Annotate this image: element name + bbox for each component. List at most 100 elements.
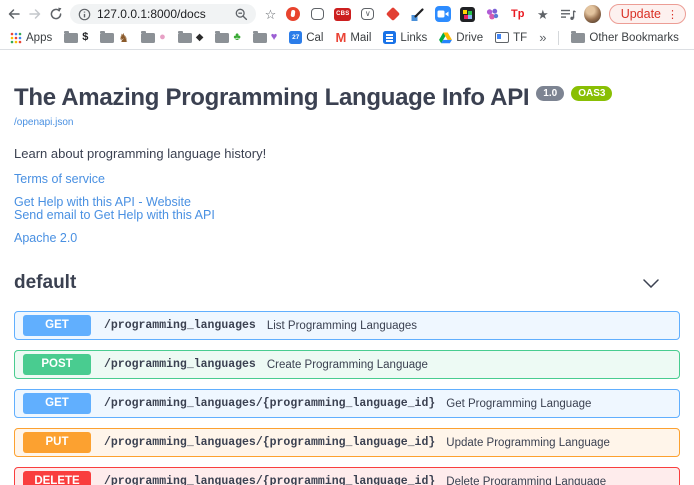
forward-button[interactable] <box>25 2 46 26</box>
dollar-glyph: $ <box>82 32 88 43</box>
bookmark-folder-purple-heart[interactable]: ♥ <box>253 32 278 43</box>
pocket-extension-icon[interactable]: ∨ <box>359 6 376 23</box>
bookmark-tf[interactable]: TF <box>495 32 527 44</box>
tp-glyph: Tp <box>511 8 524 20</box>
kebab-menu-icon[interactable]: ⋮ <box>667 8 678 21</box>
bookmarks-overflow-chevron[interactable]: » <box>539 30 546 45</box>
operation-row-get-language[interactable]: GET /programming_languages/{programming_… <box>14 389 680 418</box>
operation-summary: Get Programming Language <box>446 398 591 410</box>
operation-path: /programming_languages <box>104 319 256 332</box>
method-badge: PUT <box>23 432 91 453</box>
address-bar[interactable]: 127.0.0.1:8000/docs <box>70 4 256 24</box>
diigo-extension-icon[interactable] <box>384 6 401 23</box>
red-circle-glyph <box>286 7 300 21</box>
method-badge: POST <box>23 354 91 375</box>
bookmark-cal-label: Cal <box>306 32 323 44</box>
bookmark-mail-label: Mail <box>350 32 371 44</box>
playlist-extension-icon[interactable] <box>559 6 576 23</box>
zoom-extension-icon[interactable] <box>434 6 451 23</box>
bookmark-folder-green[interactable]: ♣ <box>215 32 240 43</box>
brain-emoji-icon: ● <box>159 32 166 43</box>
folder-icon <box>178 33 192 43</box>
red-diamond-glyph <box>386 7 400 21</box>
grad-cap-emoji-icon: ◆ <box>196 33 204 43</box>
operation-row-delete-language[interactable]: DELETE /programming_languages/{programmi… <box>14 467 680 485</box>
operation-summary: List Programming Languages <box>267 320 417 332</box>
star-extension-icon[interactable]: ★ <box>534 6 551 23</box>
zoom-out-icon[interactable] <box>235 8 248 21</box>
video-camera-glyph <box>435 6 451 22</box>
bookmark-folder-brain[interactable]: ● <box>141 32 166 43</box>
bookmark-cal[interactable]: 27 Cal <box>289 31 323 44</box>
calendar-icon: 27 <box>289 31 302 44</box>
operation-row-update-language[interactable]: PUT /programming_languages/{programming_… <box>14 428 680 457</box>
update-button[interactable]: Update ⋮ <box>609 4 686 24</box>
links-list-icon <box>383 31 396 44</box>
bookmark-links[interactable]: Links <box>383 31 427 44</box>
bookmark-drive[interactable]: Drive <box>439 32 483 44</box>
contact-links: Get Help with this API - Website Send em… <box>14 196 680 223</box>
gray-star-glyph: ★ <box>537 8 549 21</box>
api-info-header: The Amazing Programming Language Info AP… <box>14 83 680 112</box>
cbs-badge: CBS <box>334 8 351 21</box>
other-bookmarks-label: Other Bookmarks <box>589 32 678 44</box>
page-title: The Amazing Programming Language Info AP… <box>14 83 529 112</box>
section-title: default <box>14 272 76 294</box>
folder-icon <box>215 33 229 43</box>
apps-grid-icon <box>10 32 22 44</box>
playlist-glyph <box>560 8 576 21</box>
operation-summary: Delete Programming Language <box>446 476 606 485</box>
operation-path: /programming_languages <box>104 358 256 371</box>
green-emoji-icon: ♣ <box>233 32 240 43</box>
speech-bubble-glyph <box>311 8 324 20</box>
bookmarks-divider <box>558 31 559 45</box>
speech-bubble-extension-icon[interactable] <box>309 6 326 23</box>
operation-summary: Create Programming Language <box>267 359 428 371</box>
bookmark-folder-grad-cap[interactable]: ◆ <box>178 33 204 43</box>
license-link[interactable]: Apache 2.0 <box>14 232 680 246</box>
help-email-link[interactable]: Send email to Get Help with this API <box>14 209 680 223</box>
dark-art-extension-icon[interactable] <box>459 6 476 23</box>
other-bookmarks[interactable]: Other Bookmarks <box>571 32 678 44</box>
site-info-icon[interactable] <box>78 8 91 21</box>
flower-extension-icon[interactable] <box>484 6 501 23</box>
bookmark-mail[interactable]: M Mail <box>335 31 371 44</box>
folder-icon <box>253 33 267 43</box>
terms-of-service-link[interactable]: Terms of service <box>14 173 680 187</box>
red-circle-extension-icon[interactable] <box>284 6 301 23</box>
help-website-link[interactable]: Get Help with this API - Website <box>14 196 680 210</box>
bookmark-folder-dollar[interactable]: $ <box>64 32 88 43</box>
method-badge: GET <box>23 393 91 414</box>
back-icon <box>6 6 22 22</box>
operation-row-list-languages[interactable]: GET /programming_languages List Programm… <box>14 311 680 340</box>
bookmark-tf-label: TF <box>513 32 527 44</box>
swagger-ui-content: The Amazing Programming Language Info AP… <box>0 83 694 485</box>
textexpander-extension-icon[interactable]: Tp <box>509 6 526 23</box>
reload-button[interactable] <box>46 2 67 26</box>
cbs-extension-icon[interactable]: CBS <box>334 6 351 23</box>
openapi-spec-link[interactable]: /openapi.json <box>14 117 74 128</box>
forward-icon <box>27 6 43 22</box>
gmail-icon: M <box>335 31 346 44</box>
url-text[interactable]: 127.0.0.1:8000/docs <box>97 7 229 21</box>
bookmark-drive-label: Drive <box>456 32 483 44</box>
operation-path: /programming_languages/{programming_lang… <box>104 397 435 410</box>
section-default-header[interactable]: default <box>14 266 680 301</box>
back-button[interactable] <box>4 2 25 26</box>
flower-glyph <box>485 7 500 22</box>
operation-path: /programming_languages/{programming_lang… <box>104 436 435 449</box>
bookmark-star-icon[interactable]: ☆ <box>265 8 277 21</box>
color-picker-extension-icon[interactable] <box>409 6 426 23</box>
profile-avatar[interactable] <box>584 5 600 23</box>
operation-row-create-language[interactable]: POST /programming_languages Create Progr… <box>14 350 680 379</box>
folder-icon <box>100 33 114 43</box>
eyedropper-glyph <box>410 7 425 22</box>
extensions-area: CBS ∨ Tp ★ <box>284 6 576 23</box>
bookmark-folder-horse[interactable]: ♞ <box>100 32 129 44</box>
operation-path: /programming_languages/{programming_lang… <box>104 475 435 485</box>
bookmark-apps[interactable]: Apps <box>10 32 52 44</box>
horse-emoji-icon: ♞ <box>118 32 129 44</box>
update-label: Update <box>621 7 661 21</box>
method-badge: GET <box>23 315 91 336</box>
chevron-down-icon[interactable] <box>643 279 659 288</box>
